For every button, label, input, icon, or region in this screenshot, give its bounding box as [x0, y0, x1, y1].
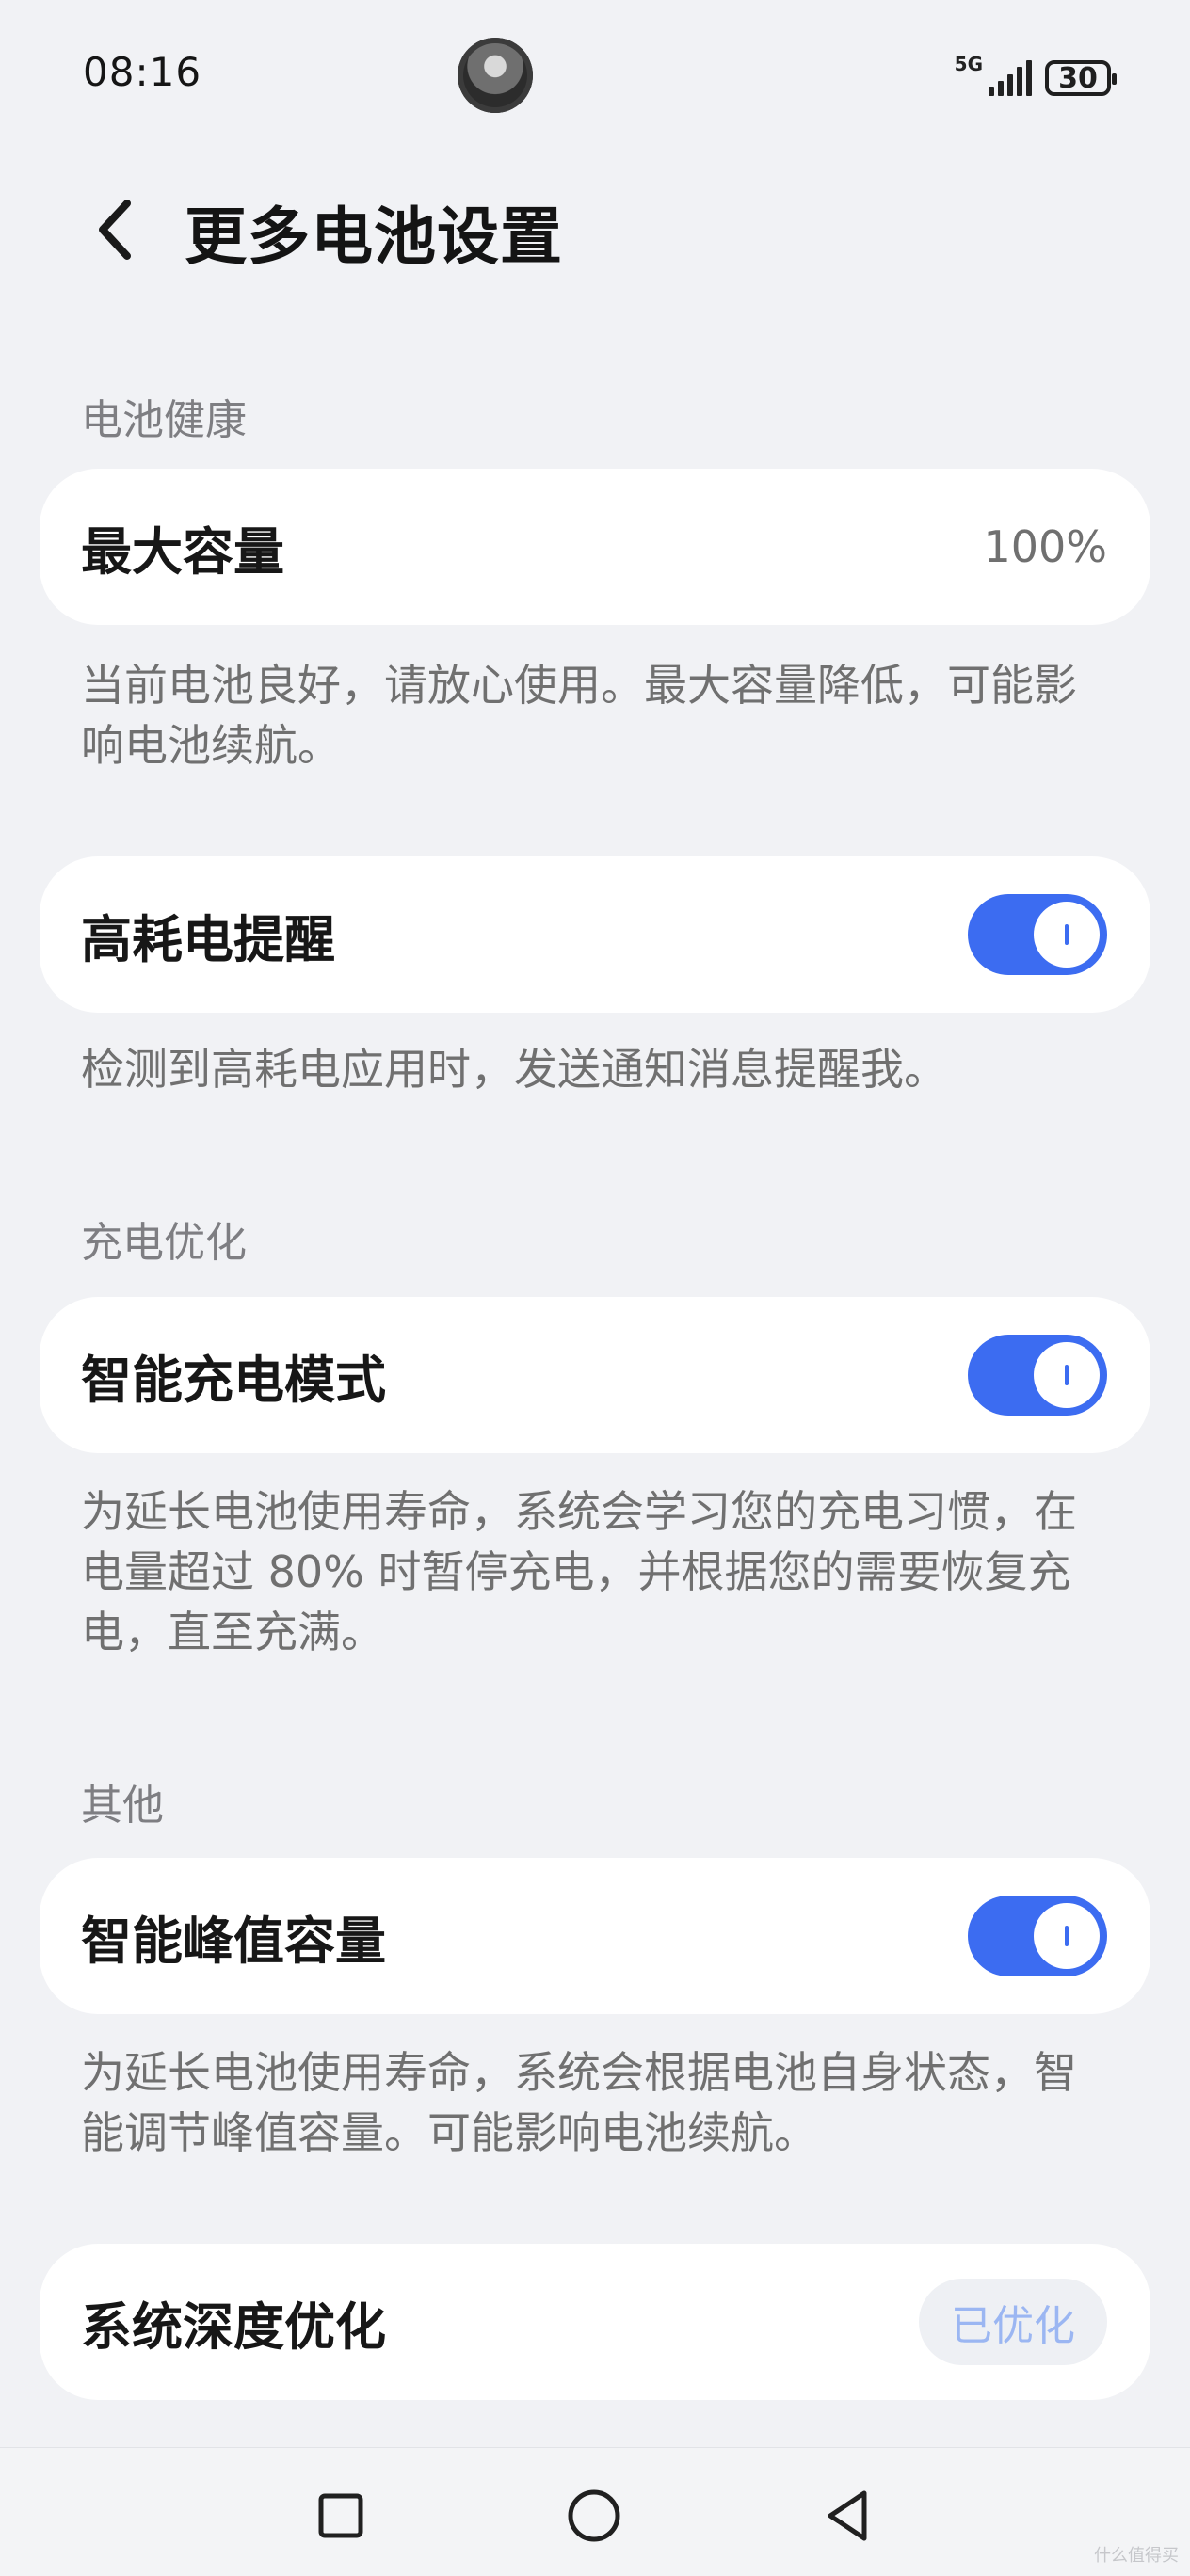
battery-icon: 30	[1045, 60, 1117, 96]
optimized-badge: 已优化	[919, 2279, 1107, 2365]
max-capacity-row[interactable]: 最大容量 100%	[40, 469, 1150, 625]
toggle-on-icon	[1065, 1926, 1069, 1946]
battery-level: 30	[1058, 61, 1098, 95]
high-power-reminder-label: 高耗电提醒	[81, 909, 335, 969]
recent-apps-button[interactable]	[305, 2480, 377, 2552]
section-title-other: 其他	[81, 1782, 164, 1830]
status-time: 08:16	[83, 49, 202, 95]
smart-peak-capacity-row[interactable]: 智能峰值容量	[40, 1858, 1150, 2014]
avatar	[458, 38, 533, 113]
high-power-reminder-row[interactable]: 高耗电提醒	[40, 856, 1150, 1013]
max-capacity-value: 100%	[983, 521, 1107, 572]
high-power-reminder-toggle[interactable]	[968, 894, 1107, 975]
status-bar: 08:16 5G 30	[0, 0, 1190, 151]
page-title: 更多电池设置	[185, 200, 563, 273]
chevron-left-icon	[99, 200, 131, 260]
system-deep-optimization-row[interactable]: 系统深度优化 已优化	[40, 2244, 1150, 2400]
watermark: 什么值得买	[1094, 2546, 1179, 2566]
back-icon	[828, 2490, 867, 2541]
signal-strength-icon	[989, 58, 1032, 96]
smart-peak-capacity-note: 为延长电池使用寿命，系统会根据电池自身状态，智能调节峰值容量。可能影响电池续航。	[81, 2047, 1077, 2158]
recent-apps-icon	[318, 2493, 363, 2538]
toggle-on-icon	[1065, 1365, 1069, 1385]
page-header: 更多电池设置	[0, 175, 1190, 279]
back-button[interactable]	[77, 192, 153, 267]
system-deep-optimization-label: 系统深度优化	[81, 2296, 386, 2357]
smart-charging-toggle[interactable]	[968, 1335, 1107, 1416]
high-power-reminder-note: 检测到高耗电应用时，发送通知消息提醒我。	[81, 1044, 947, 1095]
status-indicators: 5G 30	[954, 53, 1117, 96]
section-title-charging-optimization: 充电优化	[81, 1219, 247, 1267]
section-title-battery-health: 电池健康	[81, 396, 247, 444]
home-button[interactable]	[558, 2480, 630, 2552]
smart-charging-row[interactable]: 智能充电模式	[40, 1297, 1150, 1453]
smart-charging-note: 为延长电池使用寿命，系统会学习您的充电习惯，在电量超过 80% 时暂停充电，并根…	[81, 1486, 1077, 1657]
back-nav-button[interactable]	[812, 2480, 883, 2552]
max-capacity-label: 最大容量	[81, 521, 284, 582]
network-type: 5G	[954, 53, 983, 75]
toggle-knob	[1034, 1903, 1100, 1969]
max-capacity-note: 当前电池良好，请放心使用。最大容量降低，可能影响电池续航。	[81, 660, 1077, 771]
smart-charging-label: 智能充电模式	[81, 1350, 386, 1410]
toggle-knob	[1034, 1342, 1100, 1408]
toggle-knob	[1034, 902, 1100, 968]
navigation-bar: 什么值得买	[0, 2447, 1190, 2576]
home-icon	[568, 2489, 620, 2542]
smart-peak-capacity-label: 智能峰值容量	[81, 1911, 386, 1971]
toggle-on-icon	[1065, 924, 1069, 945]
smart-peak-capacity-toggle[interactable]	[968, 1896, 1107, 1976]
